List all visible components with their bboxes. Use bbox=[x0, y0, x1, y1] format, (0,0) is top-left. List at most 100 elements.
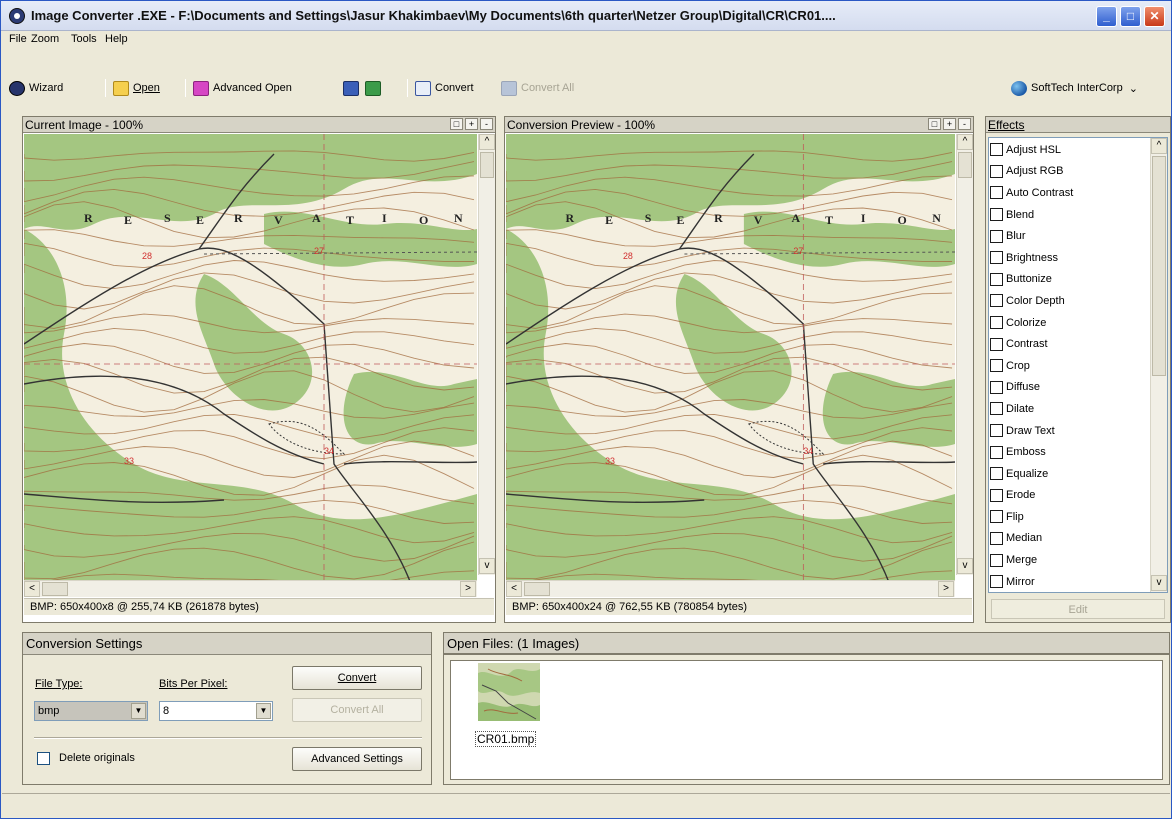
effect-checkbox[interactable] bbox=[990, 380, 1003, 394]
effect-checkbox[interactable] bbox=[990, 251, 1003, 265]
effect-checkbox[interactable] bbox=[990, 337, 1003, 351]
scroll-up-icon[interactable]: ^ bbox=[479, 134, 495, 150]
collapse-pane-icon[interactable]: - bbox=[958, 118, 971, 130]
menu-zoom[interactable]: Zoom bbox=[31, 33, 59, 45]
effect-checkbox[interactable] bbox=[990, 445, 1003, 459]
effect-checkbox[interactable] bbox=[990, 553, 1003, 567]
scroll-thumb[interactable] bbox=[1152, 156, 1166, 376]
expand-pane-icon[interactable]: + bbox=[465, 118, 478, 130]
effect-item[interactable]: Auto Contrast bbox=[990, 182, 1148, 204]
effect-checkbox[interactable] bbox=[990, 186, 1003, 200]
chevron-down-icon[interactable]: ▼ bbox=[256, 703, 271, 719]
effect-item[interactable]: Draw Text bbox=[990, 420, 1148, 442]
effect-checkbox[interactable] bbox=[990, 143, 1003, 157]
effects-list[interactable]: Adjust HSL Adjust RGB Auto Contrast Blend Bl… bbox=[990, 139, 1148, 591]
effect-item[interactable]: Diffuse bbox=[990, 377, 1148, 399]
menu-tools[interactable]: Tools bbox=[71, 33, 97, 45]
chevron-down-icon[interactable]: ⌄ bbox=[1129, 82, 1138, 95]
convert-all-button[interactable]: Convert All bbox=[292, 698, 422, 722]
save-button[interactable] bbox=[343, 79, 359, 97]
scroll-down-icon[interactable]: v bbox=[1151, 575, 1167, 591]
effect-checkbox[interactable] bbox=[990, 488, 1003, 502]
current-image-map[interactable]: R E S E R V A T I O N 28 27 33 34 bbox=[24, 134, 477, 592]
preview-image-map[interactable]: R E S E R V A T I O N 28 27 33 34 bbox=[506, 134, 955, 592]
effect-checkbox[interactable] bbox=[990, 272, 1003, 286]
advanced-open-button[interactable]: Advanced Open bbox=[193, 79, 292, 97]
effect-item[interactable]: Flip bbox=[990, 506, 1148, 528]
effect-checkbox[interactable] bbox=[990, 294, 1003, 308]
effect-item[interactable]: Mirror bbox=[990, 571, 1148, 591]
horizontal-scrollbar[interactable]: < > bbox=[24, 580, 477, 597]
effect-checkbox[interactable] bbox=[990, 359, 1003, 373]
effect-item[interactable]: Blur bbox=[990, 225, 1148, 247]
map-label: I bbox=[861, 211, 866, 225]
effect-item[interactable]: Emboss bbox=[990, 441, 1148, 463]
convert-all-toolbar-button[interactable]: Convert All bbox=[501, 79, 574, 97]
effect-item[interactable]: Brightness bbox=[990, 247, 1148, 269]
vertical-scrollbar[interactable]: ^ v bbox=[478, 134, 495, 575]
effect-checkbox[interactable] bbox=[990, 229, 1003, 243]
chevron-down-icon[interactable]: ▼ bbox=[131, 703, 146, 719]
scroll-right-icon[interactable]: > bbox=[460, 581, 476, 597]
file-type-select[interactable]: bmp ▼ bbox=[34, 701, 148, 721]
scroll-down-icon[interactable]: v bbox=[957, 558, 973, 574]
effect-item[interactable]: Adjust RGB bbox=[990, 161, 1148, 183]
expand-pane-icon[interactable]: + bbox=[943, 118, 956, 130]
restore-pane-icon[interactable]: □ bbox=[928, 118, 941, 130]
effect-checkbox[interactable] bbox=[990, 531, 1003, 545]
effect-item[interactable]: Merge bbox=[990, 549, 1148, 571]
delete-originals-checkbox[interactable] bbox=[37, 752, 50, 765]
effect-checkbox[interactable] bbox=[990, 402, 1003, 416]
scroll-up-icon[interactable]: ^ bbox=[1151, 138, 1167, 154]
minimize-button[interactable]: _ bbox=[1096, 6, 1117, 27]
convert-toolbar-button[interactable]: Convert bbox=[415, 79, 474, 97]
effect-checkbox[interactable] bbox=[990, 164, 1003, 178]
scroll-thumb[interactable] bbox=[524, 582, 550, 596]
advanced-settings-button[interactable]: Advanced Settings bbox=[292, 747, 422, 771]
effect-checkbox[interactable] bbox=[990, 316, 1003, 330]
convert-icon bbox=[415, 80, 431, 96]
effects-scrollbar[interactable]: ^ v bbox=[1150, 138, 1167, 592]
scroll-thumb[interactable] bbox=[42, 582, 68, 596]
effect-item[interactable]: Crop bbox=[990, 355, 1148, 377]
horizontal-scrollbar[interactable]: < > bbox=[506, 580, 955, 597]
open-button[interactable]: Open bbox=[113, 79, 160, 97]
effect-item[interactable]: Erode bbox=[990, 485, 1148, 507]
effect-item[interactable]: Buttonize bbox=[990, 269, 1148, 291]
effect-item[interactable]: Dilate bbox=[990, 398, 1148, 420]
effect-checkbox[interactable] bbox=[990, 467, 1003, 481]
effect-checkbox[interactable] bbox=[990, 208, 1003, 222]
effect-item[interactable]: Color Depth bbox=[990, 290, 1148, 312]
effect-item[interactable]: Adjust HSL bbox=[990, 139, 1148, 161]
vertical-scrollbar[interactable]: ^ v bbox=[956, 134, 973, 575]
file-thumbnail-item[interactable]: CR01.bmp bbox=[475, 663, 545, 753]
effect-item[interactable]: Blend bbox=[990, 204, 1148, 226]
brand-link[interactable]: SoftTech InterCorp ⌄ bbox=[1011, 79, 1138, 97]
save-as-button[interactable] bbox=[365, 79, 381, 97]
menu-help[interactable]: Help bbox=[105, 33, 128, 45]
bits-per-pixel-select[interactable]: 8 ▼ bbox=[159, 701, 273, 721]
restore-pane-icon[interactable]: □ bbox=[450, 118, 463, 130]
edit-effect-button[interactable]: Edit bbox=[991, 599, 1165, 619]
wizard-button[interactable]: Wizard bbox=[9, 79, 63, 97]
collapse-pane-icon[interactable]: - bbox=[480, 118, 493, 130]
effect-item[interactable]: Equalize bbox=[990, 463, 1148, 485]
close-button[interactable]: ✕ bbox=[1144, 6, 1165, 27]
maximize-button[interactable]: □ bbox=[1120, 6, 1141, 27]
scroll-thumb[interactable] bbox=[958, 152, 972, 178]
effect-checkbox[interactable] bbox=[990, 510, 1003, 524]
scroll-left-icon[interactable]: < bbox=[24, 581, 40, 597]
open-files-list[interactable]: CR01.bmp bbox=[450, 660, 1163, 780]
effect-item[interactable]: Median bbox=[990, 528, 1148, 550]
convert-button[interactable]: Convert bbox=[292, 666, 422, 690]
effect-item[interactable]: Contrast bbox=[990, 333, 1148, 355]
scroll-thumb[interactable] bbox=[480, 152, 494, 178]
menu-file[interactable]: File bbox=[9, 33, 27, 45]
scroll-left-icon[interactable]: < bbox=[506, 581, 522, 597]
effect-checkbox[interactable] bbox=[990, 575, 1003, 589]
scroll-up-icon[interactable]: ^ bbox=[957, 134, 973, 150]
effect-checkbox[interactable] bbox=[990, 424, 1003, 438]
scroll-down-icon[interactable]: v bbox=[479, 558, 495, 574]
scroll-right-icon[interactable]: > bbox=[938, 581, 954, 597]
effect-item[interactable]: Colorize bbox=[990, 312, 1148, 334]
